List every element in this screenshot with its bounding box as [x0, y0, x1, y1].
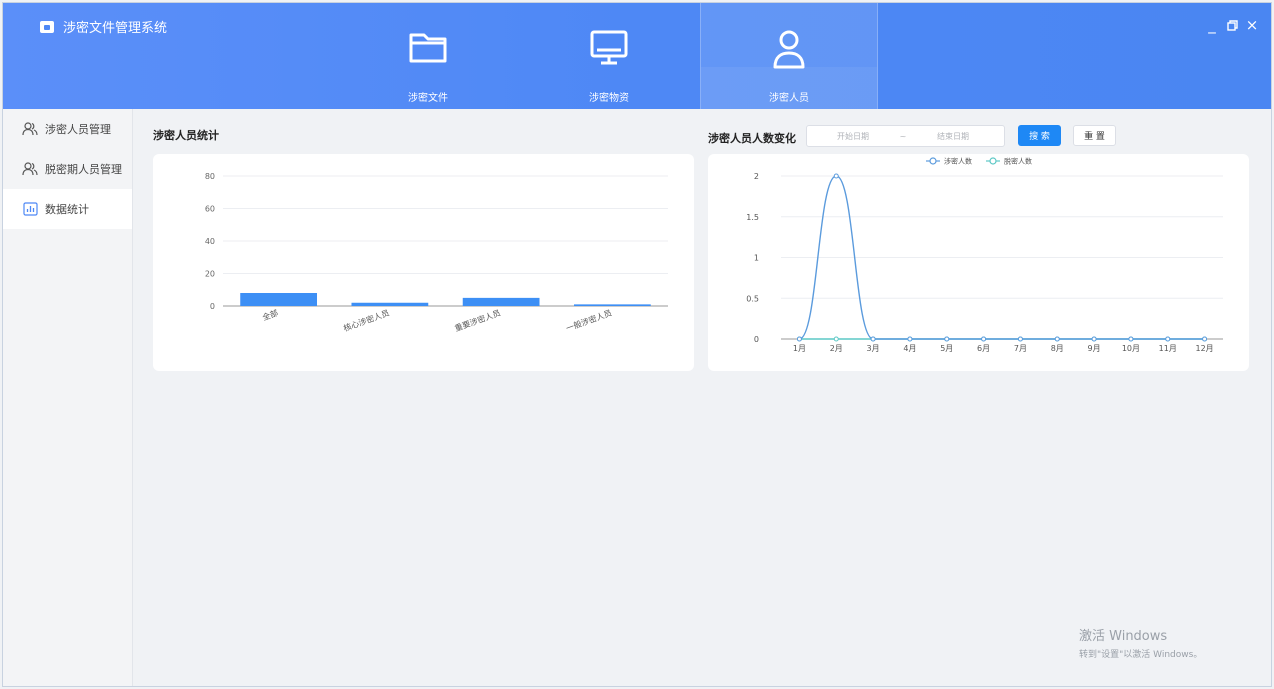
nav-item-materials[interactable]: 涉密物资: [520, 3, 698, 109]
trend-panel-title: 涉密人员人数变化: [708, 132, 796, 145]
sidebar: 涉密人员管理 脱密期人员管理 数据统计: [3, 109, 133, 686]
folder-icon: [409, 33, 447, 63]
y-tick-label: 0: [754, 335, 759, 344]
x-tick-label: 一般涉密人员: [565, 307, 614, 333]
y-tick-label: 1: [754, 254, 759, 263]
y-tick-label: 40: [205, 237, 215, 246]
y-tick-label: 1.5: [746, 213, 759, 222]
bar: [462, 297, 540, 306]
x-tick-label: 9月: [1088, 344, 1101, 353]
sidebar-item-statistics[interactable]: 数据统计: [3, 189, 132, 229]
nav-label: 涉密物资: [589, 93, 629, 104]
x-tick-label: 3月: [867, 344, 880, 353]
app-logo: 涉密文件管理系统: [40, 17, 167, 36]
date-separator: ~: [899, 131, 907, 141]
data-point: [1054, 336, 1060, 342]
maximize-button[interactable]: [1225, 17, 1239, 33]
x-tick-label: 核心涉密人员: [342, 307, 391, 333]
bar-chart-card: 0 20 40 60 80 全部 核心涉密人员 重要涉密人员 一般涉密人员: [153, 154, 694, 371]
x-tick-label: 8月: [1051, 344, 1064, 353]
sidebar-item-label: 涉密人员管理: [45, 123, 111, 136]
data-point: [944, 336, 950, 342]
data-point: [981, 336, 987, 342]
x-tick-label: 11月: [1159, 344, 1177, 353]
start-date-input[interactable]: 开始日期: [807, 131, 899, 142]
x-tick-label: 5月: [940, 344, 953, 353]
data-point: [870, 336, 876, 342]
nav-label: 涉密文件: [408, 93, 448, 104]
search-button[interactable]: 搜 索: [1018, 125, 1061, 146]
app-window: 涉密文件管理系统 涉密文件 涉密物资 涉密人员 _ × 涉密人员管理 脱密期人员…: [2, 2, 1272, 687]
y-tick-label: 60: [205, 205, 215, 214]
watermark-line1: 激活 Windows: [1079, 629, 1168, 644]
windows-activation-watermark: 激活 Windows 转到"设置"以激活 Windows。: [1079, 625, 1202, 660]
line-chart-card: 0 0.5 1 1.5 2 1月 2月 3月 4月 5月 6月 7月 8月 9月 10月 11月 12月 涉密人数…: [708, 154, 1249, 371]
end-date-input[interactable]: 结束日期: [907, 131, 999, 142]
x-tick-label: 全部: [261, 307, 279, 322]
data-point: [833, 173, 839, 179]
legend-label: 涉密人数: [944, 157, 972, 166]
header-bar: 涉密文件管理系统 涉密文件 涉密物资 涉密人员 _ ×: [3, 3, 1271, 109]
legend-label: 脱密人数: [1004, 157, 1032, 166]
reset-button[interactable]: 重 置: [1073, 125, 1116, 146]
x-tick-label: 1月: [793, 344, 806, 353]
folder-lock-icon: [40, 20, 54, 33]
x-tick-label: 2月: [830, 344, 843, 353]
nav-item-files[interactable]: 涉密文件: [339, 3, 517, 109]
date-range-picker[interactable]: 开始日期 ~ 结束日期: [806, 125, 1005, 147]
users-icon: [22, 162, 38, 176]
y-tick-label: 0.5: [746, 294, 759, 303]
bar-chart: 0 20 40 60 80 全部 核心涉密人员 重要涉密人员 一般涉密人员: [205, 172, 668, 333]
y-tick-label: 20: [205, 270, 215, 279]
data-point: [1017, 336, 1023, 342]
window-controls: _ ×: [1205, 16, 1259, 34]
y-tick-label: 2: [754, 172, 759, 181]
x-tick-label: 重要涉密人员: [453, 307, 502, 333]
nav-label: 涉密人员: [769, 93, 809, 104]
close-button[interactable]: ×: [1245, 16, 1259, 34]
data-point: [796, 336, 802, 342]
data-point: [1165, 336, 1171, 342]
stats-panel-title: 涉密人员统计: [153, 129, 219, 142]
x-tick-label: 10月: [1122, 344, 1140, 353]
bar: [573, 304, 651, 306]
users-icon: [22, 122, 38, 136]
data-point: [907, 336, 913, 342]
bar: [351, 302, 429, 306]
data-point: [1202, 336, 1208, 342]
sidebar-item-personnel-management[interactable]: 涉密人员管理: [3, 109, 132, 149]
line-chart: 0 0.5 1 1.5 2 1月 2月 3月 4月 5月 6月 7月 8月 9月 10月 11月 12月 涉密人数…: [746, 157, 1223, 353]
sidebar-item-label: 脱密期人员管理: [45, 163, 122, 176]
legend-marker: [929, 157, 937, 165]
data-point: [1128, 336, 1134, 342]
legend-marker: [989, 157, 997, 165]
nav-item-personnel[interactable]: 涉密人员: [700, 3, 878, 109]
minimize-button[interactable]: _: [1205, 16, 1219, 34]
x-tick-label: 6月: [977, 344, 990, 353]
y-tick-label: 0: [210, 302, 215, 311]
monitor-icon: [590, 30, 628, 65]
bar-chart-icon: [22, 202, 38, 216]
x-tick-label: 4月: [903, 344, 916, 353]
data-point: [833, 336, 839, 342]
maximize-icon: [1226, 19, 1238, 31]
bar: [240, 293, 318, 306]
app-title: 涉密文件管理系统: [63, 21, 168, 36]
sidebar-item-label: 数据统计: [45, 203, 89, 216]
x-tick-label: 12月: [1195, 344, 1213, 353]
data-point: [1091, 336, 1097, 342]
x-tick-label: 7月: [1014, 344, 1027, 353]
watermark-line2: 转到"设置"以激活 Windows。: [1079, 650, 1203, 660]
y-tick-label: 80: [205, 172, 215, 181]
sidebar-item-declassified-management[interactable]: 脱密期人员管理: [3, 149, 132, 189]
user-icon: [773, 30, 805, 69]
